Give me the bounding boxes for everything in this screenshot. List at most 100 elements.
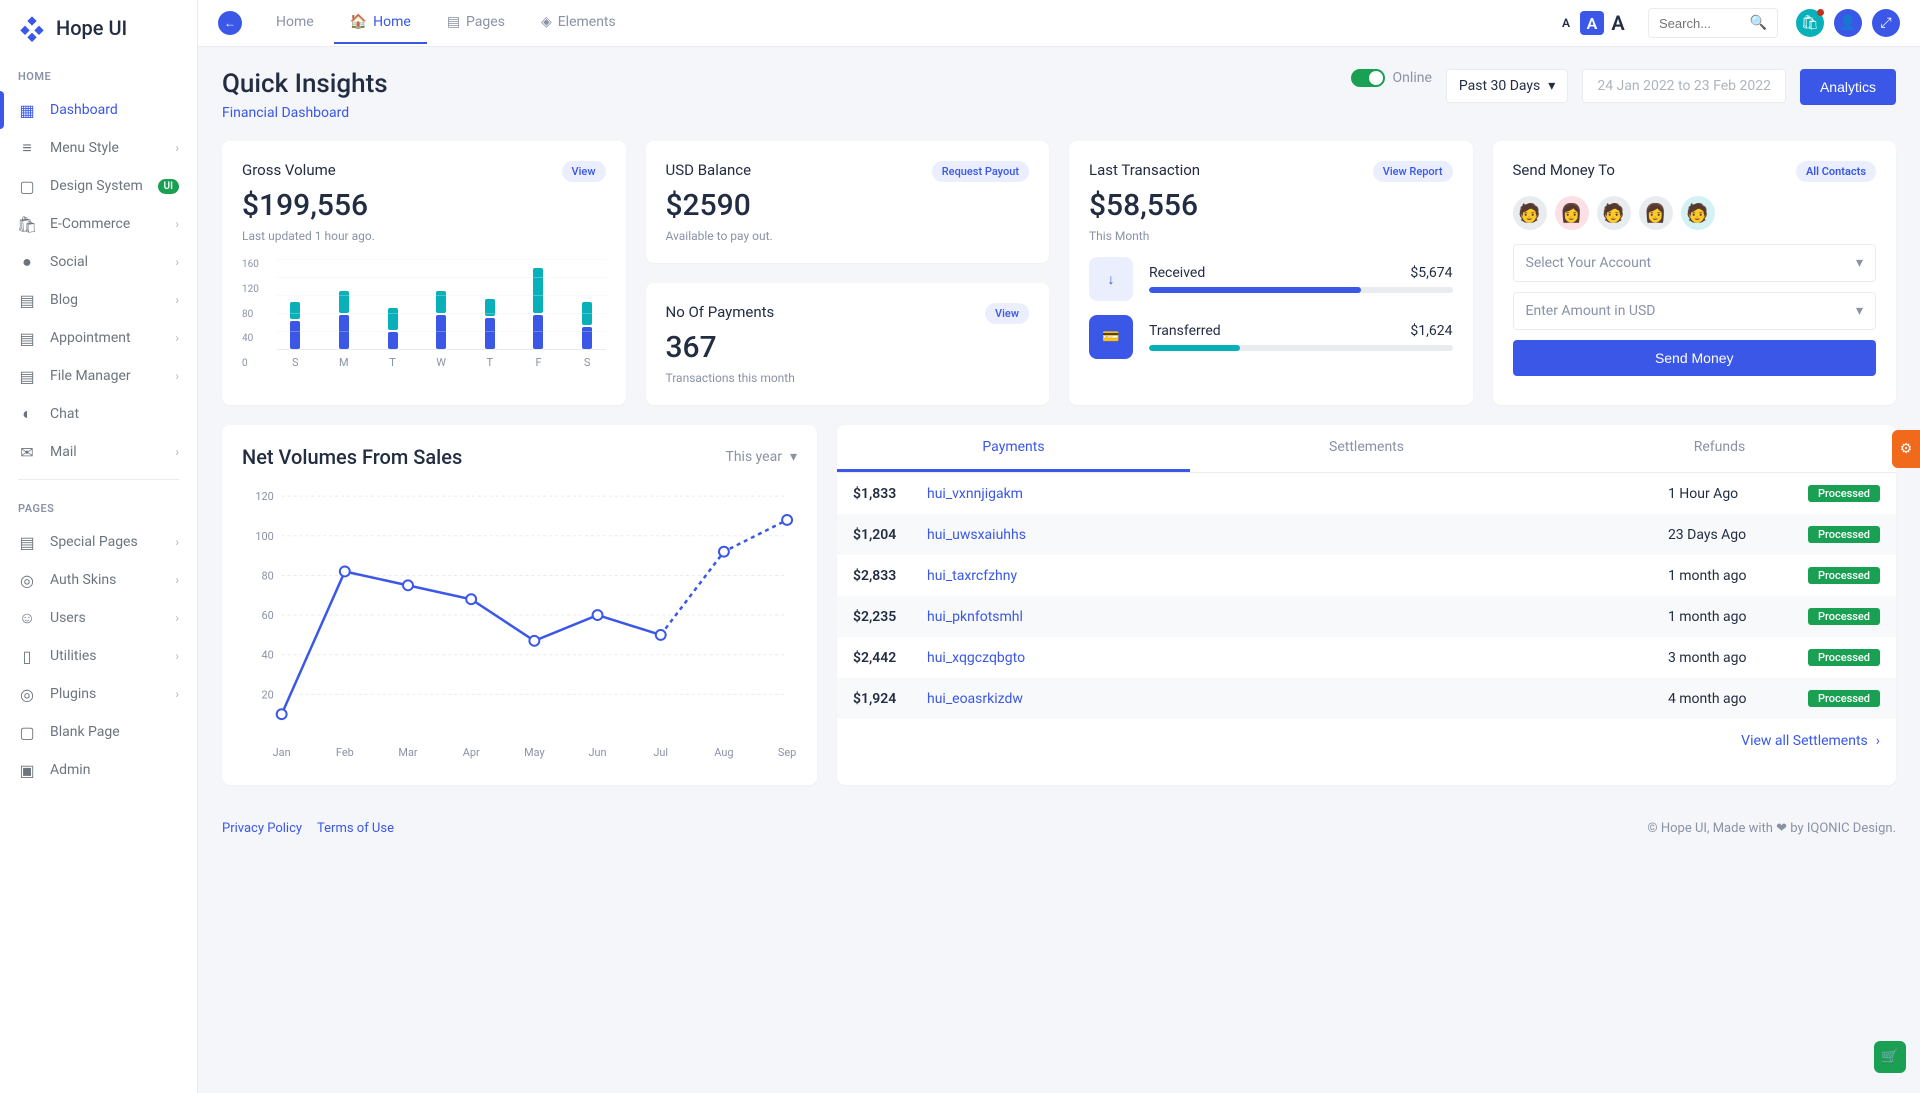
chevron-right-icon: › [175,573,179,587]
chevron-right-icon: › [175,649,179,663]
sidebar-item-mail[interactable]: ✉ Mail › [0,433,197,471]
svg-text:Sep: Sep [778,746,796,759]
tab-refunds[interactable]: Refunds [1543,425,1896,472]
sidebar-item-special-pages[interactable]: ▤ Special Pages › [0,523,197,561]
view-report-pill[interactable]: View Report [1373,161,1453,182]
sidebar-icon: ● [18,253,36,271]
view-pill[interactable]: View [985,303,1029,324]
nav-elements[interactable]: ◈Elements [525,2,632,44]
sidebar-icon: ▦ [18,101,36,119]
font-size-selector: A A A [1554,11,1630,35]
sidebar-item-blank-page[interactable]: ▢ Blank Page [0,713,197,751]
tab-payments[interactable]: Payments [837,425,1190,472]
cart-icon[interactable]: 🛍 [1796,9,1824,37]
sidebar-header-home: HOME [0,56,197,91]
page-subtitle[interactable]: Financial Dashboard [222,105,388,121]
avatar[interactable]: 👩 [1555,196,1589,230]
sidebar-item-plugins[interactable]: ◎ Plugins › [0,675,197,713]
top-nav: Home🏠Home▤Pages◈Elements [260,2,632,44]
topbar: ← Home🏠Home▤Pages◈Elements A A A 🔍 🛍 👤 ⤢ [198,0,1920,47]
back-button[interactable]: ← [218,11,242,35]
period-select[interactable]: Past 30 Days ▾ [1446,69,1568,103]
nav-home[interactable]: Home [260,2,330,44]
logo-icon [18,14,46,42]
sidebar-icon: ▤ [18,367,36,385]
chevron-right-icon: › [175,535,179,549]
payment-ref[interactable]: hui_xqgczqbgto [927,650,1668,666]
sidebar-item-e-commerce[interactable]: 🛍 E-Commerce › [0,205,197,243]
payment-row: $1,833 hui_vxnnjigakm 1 Hour Ago Process… [837,473,1896,514]
payments-sub: Transactions this month [666,371,1030,385]
payment-ref[interactable]: hui_eoasrkizdw [927,691,1668,707]
sidebar-item-design-system[interactable]: ▢ Design System UI [0,167,197,205]
avatar[interactable]: 🧑 [1513,196,1547,230]
sidebar-item-chat[interactable]: ◐ Chat [0,395,197,433]
search-input[interactable] [1659,16,1750,31]
sidebar-icon: ▣ [18,761,36,779]
payment-ref[interactable]: hui_uwsxaiuhhs [927,527,1668,543]
sidebar-item-utilities[interactable]: ▯ Utilities › [0,637,197,675]
avatar[interactable]: 🧑 [1597,196,1631,230]
wallet-icon: 💳 [1089,315,1133,359]
date-range-input[interactable]: 24 Jan 2022 to 23 Feb 2022 [1582,69,1786,103]
sidebar-item-appointment[interactable]: ▤ Appointment › [0,319,197,357]
sidebar-icon: ≡ [18,139,36,157]
online-toggle[interactable]: Online [1351,69,1432,87]
sidebar-item-menu-style[interactable]: ≡ Menu Style › [0,129,197,167]
avatar[interactable]: 👩 [1639,196,1673,230]
nav-icon: ◈ [541,14,552,30]
account-select[interactable]: Select Your Account ▾ [1513,244,1877,282]
sidebar-item-admin[interactable]: ▣ Admin [0,751,197,789]
sidebar-item-users[interactable]: ☺ Users › [0,599,197,637]
terms-link[interactable]: Terms of Use [317,821,394,836]
chevron-right-icon: › [175,445,179,459]
font-large[interactable]: A [1606,11,1630,35]
send-money-button[interactable]: Send Money [1513,340,1877,376]
tab-settlements[interactable]: Settlements [1190,425,1543,472]
fullscreen-icon[interactable]: ⤢ [1872,9,1900,37]
font-small[interactable]: A [1554,11,1578,35]
sidebar-item-file-manager[interactable]: ▤ File Manager › [0,357,197,395]
payment-row: $2,833 hui_taxrcfzhny 1 month ago Proces… [837,555,1896,596]
sidebar-item-blog[interactable]: ▤ Blog › [0,281,197,319]
privacy-link[interactable]: Privacy Policy [222,821,302,836]
contact-avatars: 🧑 👩 🧑 👩 🧑 [1513,196,1877,230]
status-badge: Processed [1808,608,1880,625]
nav-home[interactable]: 🏠Home [334,2,427,44]
settings-fab[interactable]: ⚙ [1892,430,1920,468]
search-box[interactable]: 🔍 [1648,8,1778,38]
payment-ref[interactable]: hui_pknfotsmhl [927,609,1668,625]
last-tx-sub: This Month [1089,229,1453,243]
toggle-icon[interactable] [1351,69,1385,87]
request-payout-pill[interactable]: Request Payout [932,161,1029,182]
sidebar-item-dashboard[interactable]: ▦ Dashboard [0,91,197,129]
user-icon[interactable]: 👤 [1834,9,1862,37]
view-pill[interactable]: View [562,161,606,182]
nav-pages[interactable]: ▤Pages [431,2,521,44]
usd-value: $2590 [666,188,1030,223]
sidebar-item-label: File Manager [50,368,161,384]
sidebar-item-label: Users [50,610,161,626]
analytics-button[interactable]: Analytics [1800,69,1896,105]
payment-ref[interactable]: hui_taxrcfzhny [927,568,1668,584]
font-medium[interactable]: A [1580,11,1604,35]
sidebar-item-auth-skins[interactable]: ◎ Auth Skins › [0,561,197,599]
download-icon: ↓ [1089,257,1133,301]
all-contacts-pill[interactable]: All Contacts [1796,161,1876,182]
brand-logo[interactable]: Hope UI [0,0,197,56]
status-badge: Processed [1808,567,1880,584]
sidebar-icon: ☺ [18,609,36,627]
cart-fab[interactable]: 🛒 [1874,1041,1906,1073]
chart-period-select[interactable]: This year ▾ [725,449,797,465]
amount-select[interactable]: Enter Amount in USD ▾ [1513,292,1877,330]
view-all-link[interactable]: View all Settlements › [837,719,1896,763]
avatar[interactable]: 🧑 [1681,196,1715,230]
sidebar-item-label: Blog [50,292,161,308]
chevron-right-icon: › [175,687,179,701]
chevron-right-icon: › [175,217,179,231]
sidebar-item-social[interactable]: ● Social › [0,243,197,281]
payment-time: 23 Days Ago [1668,527,1808,543]
payment-amount: $1,204 [837,527,927,543]
card-title: Gross Volume [242,161,336,179]
payment-ref[interactable]: hui_vxnnjigakm [927,486,1668,502]
